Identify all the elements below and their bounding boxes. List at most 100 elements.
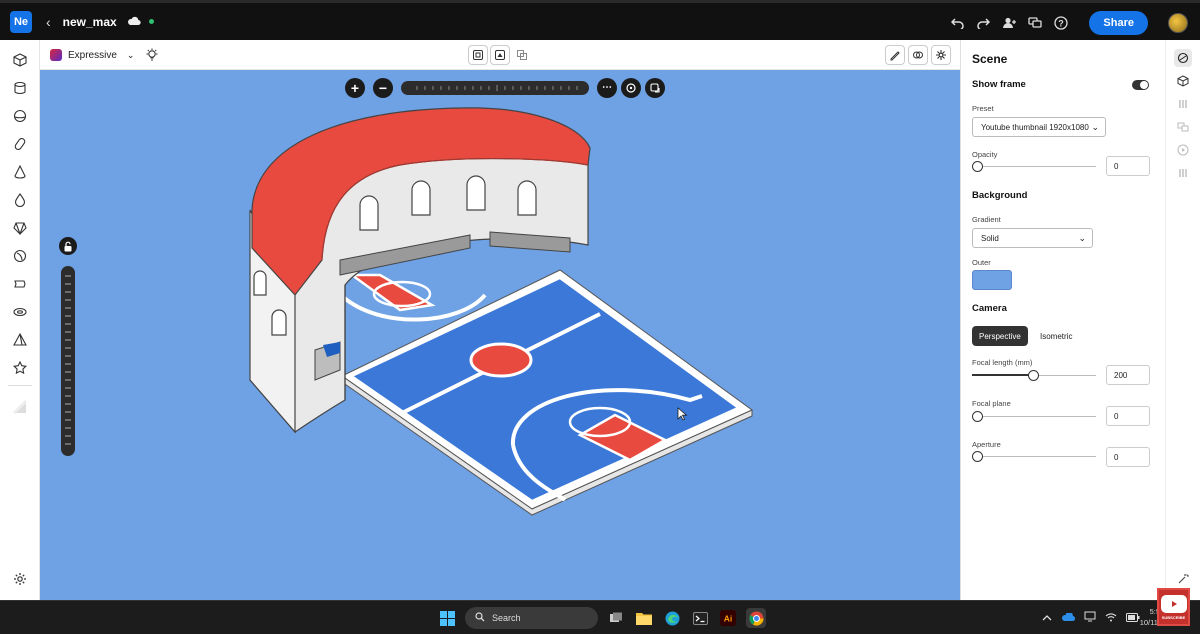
- material-swatch-icon[interactable]: [11, 398, 29, 416]
- select-frame-icon[interactable]: [468, 45, 488, 65]
- chrome-browser-icon[interactable]: [746, 608, 766, 628]
- rail-divider: [8, 385, 32, 386]
- app-logo[interactable]: Ne: [10, 10, 32, 33]
- torus-icon[interactable]: [11, 303, 29, 321]
- layers-tab-icon[interactable]: [1174, 164, 1192, 182]
- slider-thumb[interactable]: [1028, 370, 1039, 381]
- focal-length-input[interactable]: 200: [1106, 365, 1150, 385]
- comments-icon[interactable]: [1027, 15, 1043, 31]
- chevron-up-icon[interactable]: [1042, 609, 1052, 627]
- focal-length-slider[interactable]: [972, 370, 1096, 382]
- aperture-input[interactable]: 0: [1106, 447, 1150, 467]
- scene-render: [249, 107, 753, 516]
- system-clock[interactable]: 5:5 10/11/: [1130, 606, 1160, 628]
- settings-icon[interactable]: [11, 570, 29, 588]
- svg-text:?: ?: [1059, 19, 1065, 29]
- torus-knot-icon[interactable]: [11, 247, 29, 265]
- invite-user-icon[interactable]: [1001, 15, 1017, 31]
- render-style-label: Expressive: [68, 49, 117, 61]
- lights-tab-icon[interactable]: [1174, 95, 1192, 113]
- opacity-input[interactable]: 0: [1106, 156, 1150, 176]
- lighting-icon[interactable]: [142, 45, 162, 65]
- taskbar-apps: Search Ai: [437, 606, 766, 630]
- aperture-label: Aperture: [972, 440, 1001, 449]
- windows-start-icon[interactable]: [437, 608, 457, 628]
- cylinder-icon[interactable]: [11, 79, 29, 97]
- opacity-label: Opacity: [972, 150, 998, 159]
- document-name[interactable]: new_max: [63, 15, 117, 29]
- drop-shape-icon[interactable]: [11, 191, 29, 209]
- screen-icon[interactable]: [1084, 609, 1096, 627]
- terminal-icon[interactable]: [690, 608, 710, 628]
- search-label: Search: [492, 613, 521, 623]
- cloud-icon: [127, 13, 141, 31]
- edge-browser-icon[interactable]: [662, 608, 682, 628]
- slider-thumb[interactable]: [972, 411, 983, 422]
- back-icon[interactable]: ‹: [46, 14, 51, 30]
- focal-plane-input[interactable]: 0: [1106, 406, 1150, 426]
- chevron-down-icon: ⌄: [1091, 122, 1099, 132]
- help-icon[interactable]: ?: [1053, 15, 1069, 31]
- combine-icon[interactable]: [908, 45, 928, 65]
- task-view-icon[interactable]: [606, 608, 626, 628]
- user-avatar[interactable]: [1168, 13, 1188, 33]
- style-swatch: [50, 49, 62, 61]
- render-style-dropdown[interactable]: Expressive ⌄: [50, 45, 134, 65]
- right-tab-rail: [1165, 40, 1200, 600]
- opacity-slider[interactable]: [972, 161, 1096, 173]
- effects-icon[interactable]: [931, 45, 951, 65]
- star-shape-icon[interactable]: [11, 359, 29, 377]
- gradient-value: Solid: [981, 233, 999, 243]
- slider-thumb[interactable]: [972, 451, 983, 462]
- magic-wand-icon[interactable]: [1174, 570, 1192, 588]
- top-bar: Ne ‹ new_max ? Share: [0, 0, 1200, 40]
- boolean-select-icon[interactable]: [512, 45, 532, 65]
- cone-icon[interactable]: [11, 163, 29, 181]
- pen-tool-icon[interactable]: [885, 45, 905, 65]
- sync-status-dot: [148, 19, 154, 24]
- panel-title: Scene: [972, 52, 1008, 66]
- materials-tab-icon[interactable]: [1174, 118, 1192, 136]
- group-select-icon[interactable]: [490, 45, 510, 65]
- app-window: Ne ‹ new_max ? Share Expressive ⌄ + − ⋯ …: [0, 0, 1200, 634]
- tube-icon[interactable]: [11, 275, 29, 293]
- taskbar-search[interactable]: Search: [465, 607, 598, 629]
- slider-fill: [972, 374, 1034, 376]
- focal-plane-label: Focal plane: [972, 399, 1011, 408]
- chevron-down-icon: ⌄: [1078, 233, 1086, 243]
- youtube-subscribe-badge[interactable]: SUBSCRIBE: [1157, 588, 1190, 626]
- background-section-title: Background: [972, 190, 1028, 201]
- sphere-icon[interactable]: [11, 107, 29, 125]
- slider-track: [972, 456, 1096, 457]
- slider-track: [972, 166, 1096, 167]
- undo-icon[interactable]: [949, 15, 965, 31]
- capsule-icon[interactable]: [11, 135, 29, 153]
- youtube-play-icon: [1160, 594, 1187, 613]
- perspective-button[interactable]: Perspective: [972, 326, 1028, 346]
- cube-icon[interactable]: [11, 51, 29, 69]
- pyramid-icon[interactable]: [11, 331, 29, 349]
- onedrive-icon[interactable]: [1061, 609, 1076, 627]
- gradient-select[interactable]: Solid ⌄: [972, 228, 1093, 248]
- preset-select[interactable]: Youtube thumbnail 1920x1080 ⌄: [972, 117, 1106, 137]
- show-frame-toggle[interactable]: [1132, 80, 1149, 90]
- illustrator-icon[interactable]: Ai: [718, 608, 738, 628]
- file-explorer-icon[interactable]: [634, 608, 654, 628]
- slider-thumb[interactable]: [972, 161, 983, 172]
- redo-icon[interactable]: [975, 15, 991, 31]
- object-tab-icon[interactable]: [1174, 72, 1192, 90]
- aperture-slider[interactable]: [972, 451, 1096, 463]
- show-frame-label: Show frame: [972, 79, 1026, 90]
- top-actions: ? Share: [949, 3, 1188, 43]
- prism-icon[interactable]: [11, 219, 29, 237]
- outer-label: Outer: [972, 258, 991, 267]
- viewport-canvas[interactable]: + − ⋯: [40, 70, 960, 600]
- outer-color-swatch[interactable]: [972, 270, 1012, 290]
- isometric-button[interactable]: Isometric: [1033, 326, 1079, 346]
- basketball-court[interactable]: [340, 269, 753, 516]
- wifi-icon[interactable]: [1105, 609, 1117, 627]
- scene-tab-icon[interactable]: [1174, 49, 1192, 67]
- share-button[interactable]: Share: [1089, 11, 1148, 35]
- focal-plane-slider[interactable]: [972, 411, 1096, 423]
- animation-tab-icon[interactable]: [1174, 141, 1192, 159]
